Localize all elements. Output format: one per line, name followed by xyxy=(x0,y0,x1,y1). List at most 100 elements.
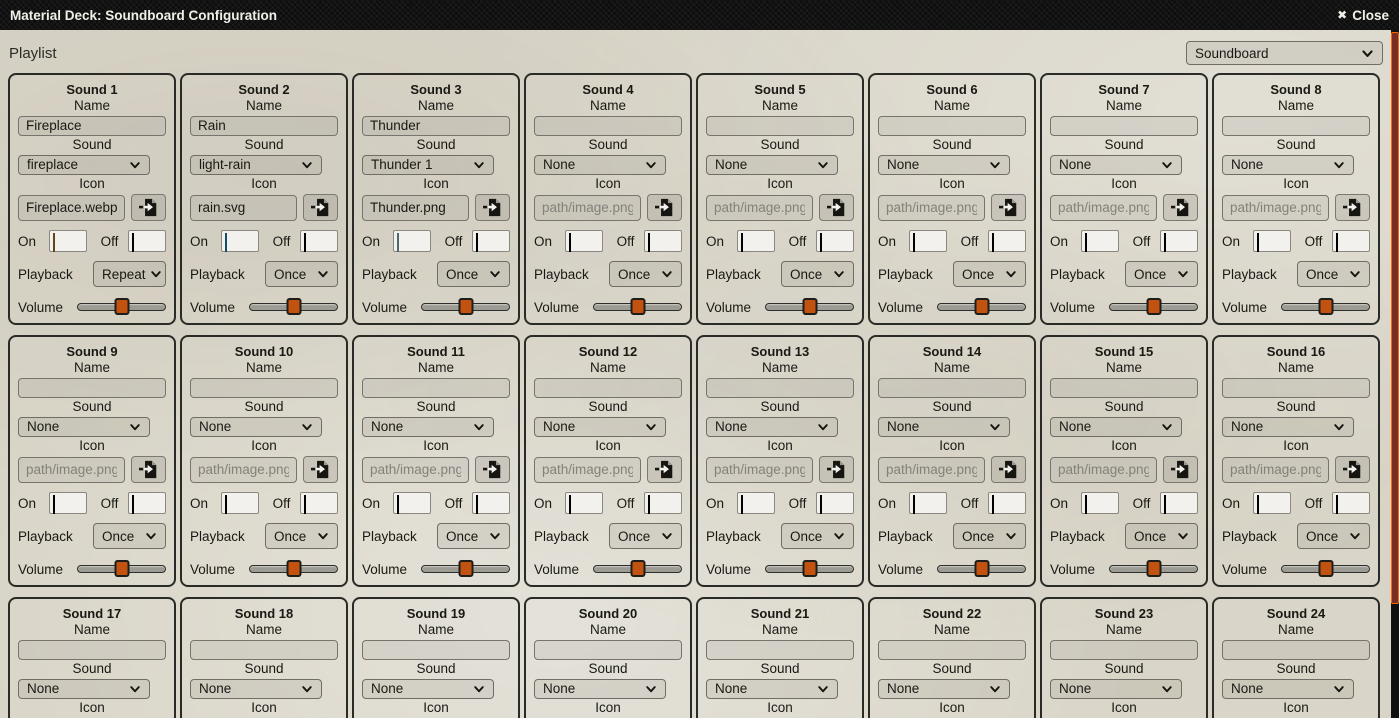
scrollbar-thumb[interactable] xyxy=(1391,32,1399,604)
file-picker-button[interactable] xyxy=(303,194,338,221)
name-input[interactable] xyxy=(1050,116,1198,136)
off-color-swatch[interactable] xyxy=(988,492,1026,514)
off-color-swatch[interactable] xyxy=(128,492,166,514)
volume-slider-thumb[interactable] xyxy=(286,560,301,577)
icon-path-input[interactable] xyxy=(878,457,985,483)
volume-slider-thumb[interactable] xyxy=(802,560,817,577)
name-input[interactable] xyxy=(534,116,682,136)
icon-path-input[interactable] xyxy=(190,457,297,483)
playlist-select[interactable]: Soundboard xyxy=(1186,41,1383,65)
volume-slider-thumb[interactable] xyxy=(114,298,129,315)
sound-select[interactable]: None xyxy=(1222,417,1354,437)
on-color-swatch[interactable] xyxy=(909,230,947,252)
volume-slider[interactable] xyxy=(765,298,854,316)
volume-slider-thumb[interactable] xyxy=(286,298,301,315)
icon-path-input[interactable] xyxy=(190,195,297,221)
sound-select[interactable]: None xyxy=(362,417,494,437)
name-input[interactable] xyxy=(534,378,682,398)
name-input[interactable] xyxy=(878,116,1026,136)
volume-slider[interactable] xyxy=(1281,298,1370,316)
sound-select[interactable]: light-rain xyxy=(190,155,322,175)
volume-slider[interactable] xyxy=(421,298,510,316)
on-color-swatch[interactable] xyxy=(909,492,947,514)
volume-slider[interactable] xyxy=(77,560,166,578)
playback-select[interactable]: Once xyxy=(265,523,338,549)
sound-select[interactable]: None xyxy=(878,679,1010,699)
sound-select[interactable]: None xyxy=(534,417,666,437)
sound-select[interactable]: None xyxy=(190,679,322,699)
file-picker-button[interactable] xyxy=(131,194,166,221)
file-picker-button[interactable] xyxy=(991,194,1026,221)
volume-slider[interactable] xyxy=(593,560,682,578)
volume-slider[interactable] xyxy=(1109,560,1198,578)
off-color-swatch[interactable] xyxy=(300,230,338,252)
file-picker-button[interactable] xyxy=(1335,456,1370,483)
file-picker-button[interactable] xyxy=(303,456,338,483)
file-picker-button[interactable] xyxy=(1163,456,1198,483)
playback-select[interactable]: Once xyxy=(265,261,338,287)
name-input[interactable] xyxy=(534,640,682,660)
name-input[interactable] xyxy=(190,378,338,398)
volume-slider-thumb[interactable] xyxy=(974,298,989,315)
sound-select[interactable]: None xyxy=(878,155,1010,175)
icon-path-input[interactable] xyxy=(706,195,813,221)
volume-slider-thumb[interactable] xyxy=(630,298,645,315)
playback-select[interactable]: Once xyxy=(437,523,510,549)
off-color-swatch[interactable] xyxy=(816,230,854,252)
name-input[interactable] xyxy=(1222,378,1370,398)
off-color-swatch[interactable] xyxy=(128,230,166,252)
on-color-swatch[interactable] xyxy=(1253,230,1291,252)
name-input[interactable] xyxy=(18,640,166,660)
icon-path-input[interactable] xyxy=(878,195,985,221)
sound-select[interactable]: None xyxy=(1222,679,1354,699)
off-color-swatch[interactable] xyxy=(1332,492,1370,514)
sound-select[interactable]: None xyxy=(190,417,322,437)
file-picker-button[interactable] xyxy=(647,456,682,483)
on-color-swatch[interactable] xyxy=(737,492,775,514)
on-color-swatch[interactable] xyxy=(393,230,431,252)
off-color-swatch[interactable] xyxy=(644,230,682,252)
playback-select[interactable]: Once xyxy=(781,523,854,549)
name-input[interactable] xyxy=(1050,640,1198,660)
off-color-swatch[interactable] xyxy=(1160,230,1198,252)
name-input[interactable] xyxy=(1050,378,1198,398)
name-input[interactable] xyxy=(706,116,854,136)
icon-path-input[interactable] xyxy=(1050,195,1157,221)
volume-slider-thumb[interactable] xyxy=(1146,560,1161,577)
icon-path-input[interactable] xyxy=(362,457,469,483)
playback-select[interactable]: Once xyxy=(437,261,510,287)
volume-slider[interactable] xyxy=(77,298,166,316)
volume-slider-thumb[interactable] xyxy=(802,298,817,315)
volume-slider[interactable] xyxy=(249,560,338,578)
sound-select[interactable]: None xyxy=(706,155,838,175)
sound-select[interactable]: None xyxy=(534,155,666,175)
off-color-swatch[interactable] xyxy=(988,230,1026,252)
on-color-swatch[interactable] xyxy=(737,230,775,252)
on-color-swatch[interactable] xyxy=(565,230,603,252)
name-input[interactable] xyxy=(706,378,854,398)
name-input[interactable] xyxy=(18,378,166,398)
volume-slider-thumb[interactable] xyxy=(1318,560,1333,577)
off-color-swatch[interactable] xyxy=(644,492,682,514)
sound-select[interactable]: None xyxy=(1050,417,1182,437)
on-color-swatch[interactable] xyxy=(1081,230,1119,252)
sound-select[interactable]: None xyxy=(362,679,494,699)
sound-select[interactable]: None xyxy=(706,679,838,699)
sound-select[interactable]: Thunder 1 xyxy=(362,155,494,175)
sound-select[interactable]: None xyxy=(706,417,838,437)
icon-path-input[interactable] xyxy=(1222,457,1329,483)
off-color-swatch[interactable] xyxy=(1160,492,1198,514)
icon-path-input[interactable] xyxy=(18,195,125,221)
name-input[interactable] xyxy=(190,640,338,660)
name-input[interactable] xyxy=(878,640,1026,660)
file-picker-button[interactable] xyxy=(1163,194,1198,221)
file-picker-button[interactable] xyxy=(475,194,510,221)
volume-slider-thumb[interactable] xyxy=(458,298,473,315)
sound-select[interactable]: None xyxy=(1050,155,1182,175)
on-color-swatch[interactable] xyxy=(221,492,259,514)
sound-select[interactable]: None xyxy=(1050,679,1182,699)
off-color-swatch[interactable] xyxy=(300,492,338,514)
on-color-swatch[interactable] xyxy=(393,492,431,514)
file-picker-button[interactable] xyxy=(1335,194,1370,221)
playback-select[interactable]: Once xyxy=(1297,261,1370,287)
